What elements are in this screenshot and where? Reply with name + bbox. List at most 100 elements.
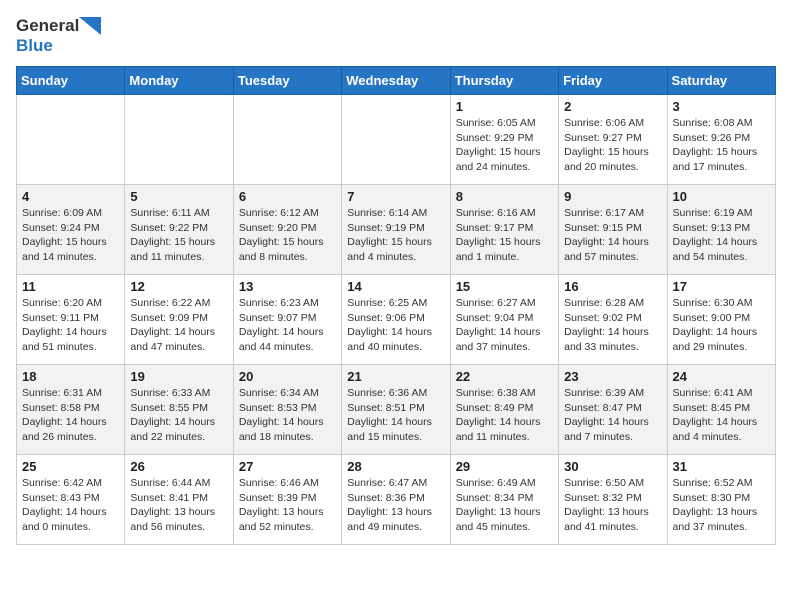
calendar-cell: 5 Sunrise: 6:11 AM Sunset: 9:22 PM Daylig… <box>125 185 233 275</box>
day-info: Sunrise: 6:12 AM Sunset: 9:20 PM Dayligh… <box>239 206 336 265</box>
day-info: Sunrise: 6:27 AM Sunset: 9:04 PM Dayligh… <box>456 296 553 355</box>
day-number: 15 <box>456 279 553 294</box>
day-number: 14 <box>347 279 444 294</box>
calendar-cell: 11Sunrise: 6:20 AM Sunset: 9:11 PM Dayli… <box>17 275 125 365</box>
calendar-cell: 12 Sunrise: 6:22 AM Sunset: 9:09 PM Dayli… <box>125 275 233 365</box>
day-number: 10 <box>673 189 770 204</box>
day-info: Sunrise: 6:47 AM Sunset: 8:36 PM Dayligh… <box>347 476 444 535</box>
day-info: Sunrise: 6:33 AM Sunset: 8:55 PM Dayligh… <box>130 386 227 445</box>
calendar-cell: 13 Sunrise: 6:23 AM Sunset: 9:07 PM Dayli… <box>233 275 341 365</box>
calendar-cell: 29 Sunrise: 6:49 AM Sunset: 8:34 PM Dayli… <box>450 455 558 545</box>
calendar-cell: 4Sunrise: 6:09 AM Sunset: 9:24 PM Daylig… <box>17 185 125 275</box>
day-number: 9 <box>564 189 661 204</box>
page-header: General Blue <box>16 16 776 56</box>
calendar-cell: 1 Sunrise: 6:05 AM Sunset: 9:29 PM Daylig… <box>450 95 558 185</box>
day-info: Sunrise: 6:50 AM Sunset: 8:32 PM Dayligh… <box>564 476 661 535</box>
calendar-cell: 27Sunrise: 6:46 AM Sunset: 8:39 PM Dayli… <box>233 455 341 545</box>
day-info: Sunrise: 6:36 AM Sunset: 8:51 PM Dayligh… <box>347 386 444 445</box>
weekday-header-monday: Monday <box>125 67 233 95</box>
calendar-cell: 10 Sunrise: 6:19 AM Sunset: 9:13 PM Dayli… <box>667 185 775 275</box>
day-number: 28 <box>347 459 444 474</box>
day-info: Sunrise: 6:52 AM Sunset: 8:30 PM Dayligh… <box>673 476 770 535</box>
day-info: Sunrise: 6:44 AM Sunset: 8:41 PM Dayligh… <box>130 476 227 535</box>
day-number: 24 <box>673 369 770 384</box>
calendar-cell: 6 Sunrise: 6:12 AM Sunset: 9:20 PM Daylig… <box>233 185 341 275</box>
calendar-cell: 9 Sunrise: 6:17 AM Sunset: 9:15 PM Daylig… <box>559 185 667 275</box>
day-number: 13 <box>239 279 336 294</box>
day-number: 21 <box>347 369 444 384</box>
day-info: Sunrise: 6:17 AM Sunset: 9:15 PM Dayligh… <box>564 206 661 265</box>
day-number: 12 <box>130 279 227 294</box>
calendar-cell: 24 Sunrise: 6:41 AM Sunset: 8:45 PM Dayli… <box>667 365 775 455</box>
day-info: Sunrise: 6:30 AM Sunset: 9:00 PM Dayligh… <box>673 296 770 355</box>
weekday-header-saturday: Saturday <box>667 67 775 95</box>
day-number: 23 <box>564 369 661 384</box>
calendar-cell: 18 Sunrise: 6:31 AM Sunset: 8:58 PM Dayli… <box>17 365 125 455</box>
calendar-cell <box>17 95 125 185</box>
calendar-cell: 3Sunrise: 6:08 AM Sunset: 9:26 PM Daylig… <box>667 95 775 185</box>
day-number: 29 <box>456 459 553 474</box>
day-number: 26 <box>130 459 227 474</box>
week-row-1: 1 Sunrise: 6:05 AM Sunset: 9:29 PM Daylig… <box>17 95 776 185</box>
calendar-cell: 8 Sunrise: 6:16 AM Sunset: 9:17 PM Daylig… <box>450 185 558 275</box>
calendar-cell: 25 Sunrise: 6:42 AM Sunset: 8:43 PM Dayli… <box>17 455 125 545</box>
calendar-table: SundayMondayTuesdayWednesdayThursdayFrid… <box>16 66 776 545</box>
calendar-cell <box>342 95 450 185</box>
day-info: Sunrise: 6:38 AM Sunset: 8:49 PM Dayligh… <box>456 386 553 445</box>
day-number: 18 <box>22 369 119 384</box>
day-number: 19 <box>130 369 227 384</box>
day-number: 31 <box>673 459 770 474</box>
day-info: Sunrise: 6:42 AM Sunset: 8:43 PM Dayligh… <box>22 476 119 535</box>
day-number: 11 <box>22 279 119 294</box>
weekday-header-tuesday: Tuesday <box>233 67 341 95</box>
week-row-5: 25 Sunrise: 6:42 AM Sunset: 8:43 PM Dayli… <box>17 455 776 545</box>
day-number: 6 <box>239 189 336 204</box>
day-info: Sunrise: 6:49 AM Sunset: 8:34 PM Dayligh… <box>456 476 553 535</box>
day-info: Sunrise: 6:31 AM Sunset: 8:58 PM Dayligh… <box>22 386 119 445</box>
calendar-cell: 19 Sunrise: 6:33 AM Sunset: 8:55 PM Dayli… <box>125 365 233 455</box>
calendar-cell: 23Sunrise: 6:39 AM Sunset: 8:47 PM Dayli… <box>559 365 667 455</box>
day-number: 1 <box>456 99 553 114</box>
calendar-cell: 15 Sunrise: 6:27 AM Sunset: 9:04 PM Dayli… <box>450 275 558 365</box>
calendar-cell: 17 Sunrise: 6:30 AM Sunset: 9:00 PM Dayli… <box>667 275 775 365</box>
day-info: Sunrise: 6:22 AM Sunset: 9:09 PM Dayligh… <box>130 296 227 355</box>
calendar-cell: 7Sunrise: 6:14 AM Sunset: 9:19 PM Daylig… <box>342 185 450 275</box>
calendar-cell: 31 Sunrise: 6:52 AM Sunset: 8:30 PM Dayli… <box>667 455 775 545</box>
day-number: 5 <box>130 189 227 204</box>
weekday-header-friday: Friday <box>559 67 667 95</box>
day-info: Sunrise: 6:05 AM Sunset: 9:29 PM Dayligh… <box>456 116 553 175</box>
day-number: 8 <box>456 189 553 204</box>
day-number: 20 <box>239 369 336 384</box>
day-info: Sunrise: 6:19 AM Sunset: 9:13 PM Dayligh… <box>673 206 770 265</box>
day-number: 25 <box>22 459 119 474</box>
calendar-cell: 28 Sunrise: 6:47 AM Sunset: 8:36 PM Dayli… <box>342 455 450 545</box>
weekday-header-wednesday: Wednesday <box>342 67 450 95</box>
calendar-cell: 20Sunrise: 6:34 AM Sunset: 8:53 PM Dayli… <box>233 365 341 455</box>
calendar-cell: 14 Sunrise: 6:25 AM Sunset: 9:06 PM Dayli… <box>342 275 450 365</box>
day-info: Sunrise: 6:09 AM Sunset: 9:24 PM Dayligh… <box>22 206 119 265</box>
calendar-cell: 21 Sunrise: 6:36 AM Sunset: 8:51 PM Dayli… <box>342 365 450 455</box>
week-row-3: 11Sunrise: 6:20 AM Sunset: 9:11 PM Dayli… <box>17 275 776 365</box>
day-number: 17 <box>673 279 770 294</box>
weekday-header-sunday: Sunday <box>17 67 125 95</box>
logo: General Blue <box>16 16 101 56</box>
day-number: 22 <box>456 369 553 384</box>
day-info: Sunrise: 6:23 AM Sunset: 9:07 PM Dayligh… <box>239 296 336 355</box>
day-number: 16 <box>564 279 661 294</box>
day-info: Sunrise: 6:25 AM Sunset: 9:06 PM Dayligh… <box>347 296 444 355</box>
logo-arrow-icon <box>79 17 101 35</box>
calendar-cell: 22 Sunrise: 6:38 AM Sunset: 8:49 PM Dayli… <box>450 365 558 455</box>
day-info: Sunrise: 6:11 AM Sunset: 9:22 PM Dayligh… <box>130 206 227 265</box>
day-info: Sunrise: 6:46 AM Sunset: 8:39 PM Dayligh… <box>239 476 336 535</box>
day-info: Sunrise: 6:16 AM Sunset: 9:17 PM Dayligh… <box>456 206 553 265</box>
calendar-cell: 26 Sunrise: 6:44 AM Sunset: 8:41 PM Dayli… <box>125 455 233 545</box>
logo-text-blue: Blue <box>16 36 53 56</box>
weekday-header-row: SundayMondayTuesdayWednesdayThursdayFrid… <box>17 67 776 95</box>
calendar-cell: 2Sunrise: 6:06 AM Sunset: 9:27 PM Daylig… <box>559 95 667 185</box>
calendar-cell: 30Sunrise: 6:50 AM Sunset: 8:32 PM Dayli… <box>559 455 667 545</box>
day-number: 3 <box>673 99 770 114</box>
day-number: 7 <box>347 189 444 204</box>
day-info: Sunrise: 6:41 AM Sunset: 8:45 PM Dayligh… <box>673 386 770 445</box>
calendar-cell: 16Sunrise: 6:28 AM Sunset: 9:02 PM Dayli… <box>559 275 667 365</box>
day-number: 2 <box>564 99 661 114</box>
